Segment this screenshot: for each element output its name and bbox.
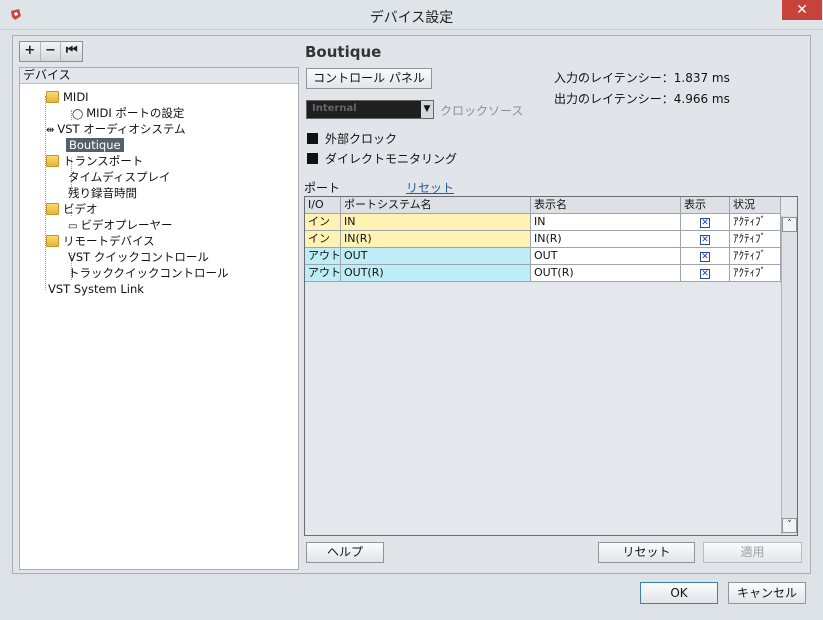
tree-item-vst-audio-system[interactable]: ⇹ VST オーディオシステム [46, 121, 186, 137]
apply-button[interactable]: 適用 [703, 542, 802, 563]
visible-checkbox[interactable]: ✕ [700, 218, 710, 228]
visible-checkbox[interactable]: ✕ [700, 269, 710, 279]
help-button[interactable]: ヘルプ [306, 542, 384, 563]
column-port-system-name[interactable]: ポートシステム名 [341, 197, 531, 214]
reset-button[interactable]: リセット [598, 542, 695, 563]
tree-item-vst-quick-controls[interactable]: VST クイックコントロール [68, 249, 209, 265]
folder-icon [46, 91, 59, 103]
table-row[interactable]: アウト OUT(R) OUT(R) ✕ ｱｸﾃｨﾌﾞ [305, 265, 781, 282]
tree-item-video[interactable]: ビデオ [46, 201, 98, 217]
chevron-down-icon[interactable]: ▼ [421, 101, 433, 118]
window-title: デバイス設定 [369, 10, 454, 26]
scroll-down-icon[interactable]: ˅ [782, 518, 797, 533]
tree-item-video-player[interactable]: ▭ ビデオプレーヤー [68, 217, 172, 233]
table-row[interactable]: イン IN IN ✕ ｱｸﾃｨﾌﾞ [305, 214, 781, 231]
tree-item-midi-port-settings[interactable]: ◯ MIDI ポートの設定 [72, 105, 184, 121]
table-row[interactable]: イン IN(R) IN(R) ✕ ｱｸﾃｨﾌﾞ [305, 231, 781, 248]
row-status: ｱｸﾃｨﾌﾞ [730, 248, 781, 265]
reset-device-button[interactable]: ⏮ [61, 42, 82, 61]
row-status: ｱｸﾃｨﾌﾞ [730, 214, 781, 231]
row-system-name: OUT(R) [341, 265, 531, 282]
row-display-name[interactable]: OUT(R) [531, 265, 681, 282]
row-status: ｱｸﾃｨﾌﾞ [730, 265, 781, 282]
device-tree: デバイス MIDI ◯ MIDI ポートの設定 ⇹ VST オーディオシステム Bo… [19, 67, 299, 570]
column-visible[interactable]: 表示 [681, 197, 730, 214]
tree-item-remaining-record-time[interactable]: 残り録音時間 [68, 185, 137, 201]
table-header: I/O ポートシステム名 表示名 表示 状況 [305, 197, 781, 214]
row-system-name: OUT [341, 248, 531, 265]
row-display-name[interactable]: IN(R) [531, 231, 681, 248]
checkbox-icon [307, 153, 318, 164]
cancel-button[interactable]: キャンセル [728, 582, 806, 604]
table-row[interactable]: アウト OUT OUT ✕ ｱｸﾃｨﾌﾞ [305, 248, 781, 265]
checkbox-icon [307, 133, 318, 144]
clock-source-select[interactable]: Internal ▼ [306, 100, 434, 119]
tree-header: デバイス [20, 68, 298, 84]
row-display-name[interactable]: OUT [531, 248, 681, 265]
direct-monitoring-checkbox[interactable]: ダイレクトモニタリング [307, 150, 457, 167]
ok-button[interactable]: OK [640, 582, 718, 604]
tree-item-time-display[interactable]: タイムディスプレイ [68, 169, 170, 185]
row-io: イン [305, 214, 341, 231]
device-title: Boutique [305, 43, 382, 61]
tree-item-transport[interactable]: トランスポート [46, 153, 143, 169]
clock-source-label: クロックソース [440, 104, 524, 118]
visible-checkbox[interactable]: ✕ [700, 235, 710, 245]
add-device-button[interactable]: + [20, 42, 41, 61]
row-system-name: IN [341, 214, 531, 231]
control-panel-button[interactable]: コントロール パネル [306, 68, 432, 89]
remove-device-button[interactable]: − [41, 42, 62, 61]
row-io: アウト [305, 265, 341, 282]
close-button[interactable]: ✕ [782, 0, 822, 20]
tree-item-remote-devices[interactable]: リモートデバイス [46, 233, 155, 249]
tree-item-track-quick-controls[interactable]: トラッククイックコントロール [68, 265, 229, 281]
tree-item-boutique[interactable]: Boutique [66, 137, 124, 153]
output-latency: 出力のレイテンシー：4.966 ms [554, 92, 730, 106]
row-system-name: IN(R) [341, 231, 531, 248]
visible-checkbox[interactable]: ✕ [700, 252, 710, 262]
row-status: ｱｸﾃｨﾌﾞ [730, 231, 781, 248]
row-visible: ✕ [681, 248, 730, 265]
folder-icon [46, 235, 59, 247]
row-display-name[interactable]: IN [531, 214, 681, 231]
folder-icon [46, 155, 59, 167]
audio-icon: ⇹ [46, 125, 55, 136]
column-status[interactable]: 状況 [730, 197, 781, 214]
row-io: アウト [305, 248, 341, 265]
row-visible: ✕ [681, 214, 730, 231]
scroll-up-icon[interactable]: ˄ [782, 217, 797, 232]
ports-reset-link[interactable]: リセット [406, 179, 454, 196]
external-clock-checkbox[interactable]: 外部クロック [307, 130, 397, 147]
ports-table: I/O ポートシステム名 表示名 表示 状況 イン IN IN ✕ ｱｸﾃｨﾌﾞ… [304, 196, 798, 536]
tree-item-vst-system-link[interactable]: VST System Link [48, 281, 144, 297]
input-latency: 入力のレイテンシー：1.837 ms [554, 71, 730, 85]
row-visible: ✕ [681, 265, 730, 282]
column-display-name[interactable]: 表示名 [531, 197, 681, 214]
tree-item-midi[interactable]: MIDI [46, 89, 89, 105]
clock-source-value: Internal [312, 103, 357, 114]
device-toolbar: + − ⏮ [19, 41, 83, 62]
row-io: イン [305, 231, 341, 248]
folder-icon [46, 203, 59, 215]
title-bar: デバイス設定 ✕ [0, 0, 823, 30]
ports-label: ポート [304, 181, 341, 195]
row-visible: ✕ [681, 231, 730, 248]
column-io[interactable]: I/O [305, 197, 341, 214]
table-scrollbar[interactable]: ˄ ˅ [781, 216, 797, 534]
